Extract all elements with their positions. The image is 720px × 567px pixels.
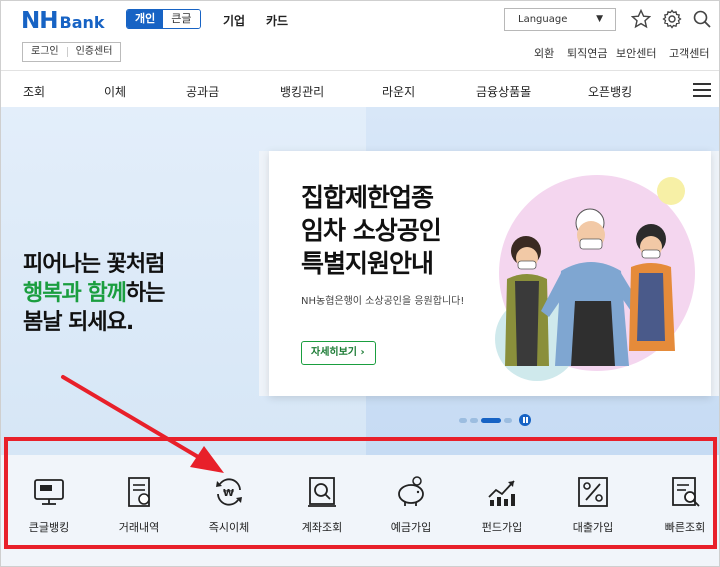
annotation-arrow xyxy=(61,375,224,473)
browser-page: NH Bank 개인 큰글 기업 카드 Language ▼ 로그인 인증센터 … xyxy=(0,0,720,567)
